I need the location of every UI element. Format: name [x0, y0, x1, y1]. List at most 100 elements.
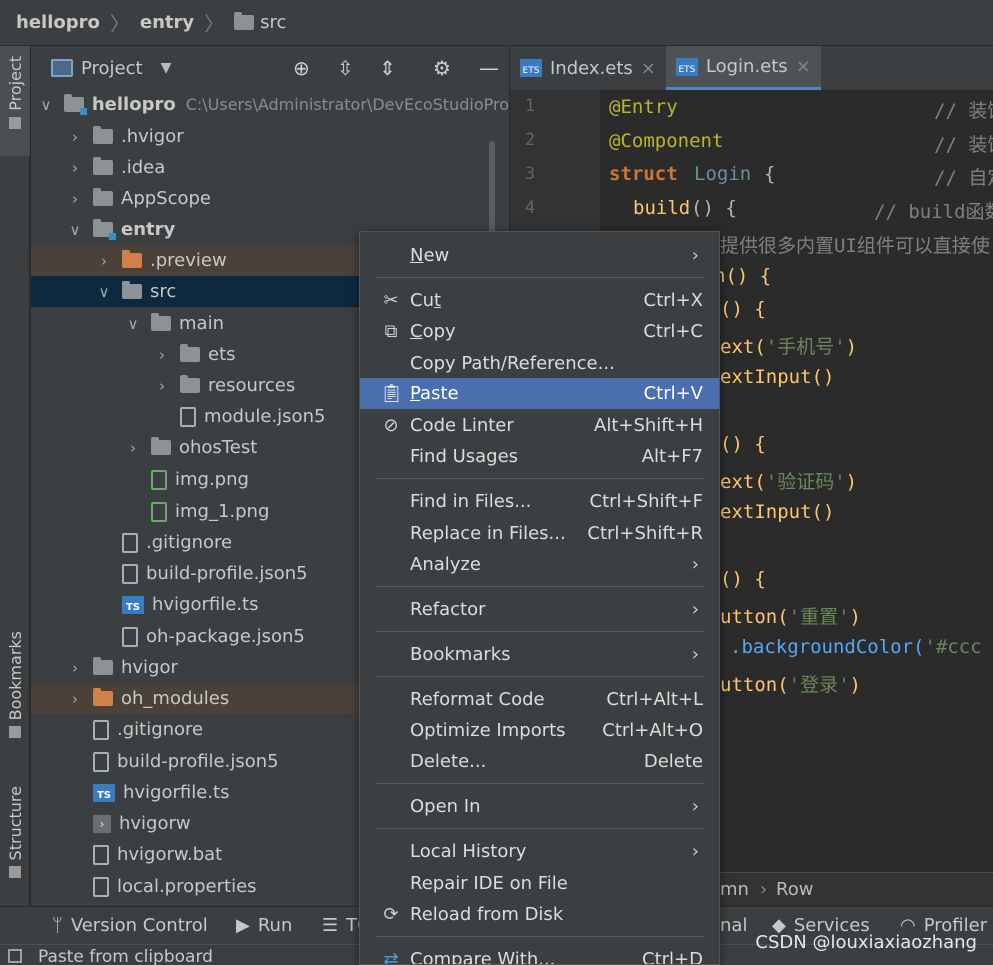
tree-label: src [150, 281, 177, 302]
ignore-file-icon [93, 719, 109, 740]
hide-icon[interactable]: — [479, 56, 499, 80]
left-tool-strip: Project Bookmarks Structure [0, 46, 30, 906]
run-button[interactable]: ▶ Run [236, 915, 292, 936]
chevron-down-icon[interactable]: ∨ [123, 315, 143, 333]
code-text: () { [720, 298, 766, 320]
chevron-right-icon[interactable]: › [65, 690, 85, 708]
breadcrumb-folder[interactable]: src [260, 12, 286, 33]
code-struct-name[interactable]: Login [694, 163, 751, 185]
toggle-panel-icon[interactable] [8, 949, 22, 963]
tree-label: .gitignore [117, 719, 204, 740]
menu-separator [375, 783, 705, 784]
tab-index-ets[interactable]: ETS Index.ets × [510, 46, 666, 90]
chevron-down-icon[interactable]: ∨ [36, 96, 56, 114]
code-textinput-call: extInput() [720, 366, 835, 388]
menu-label: Cut [410, 290, 442, 311]
editor-crumb[interactable]: Row [776, 879, 813, 900]
status-message: Paste from clipboard [38, 947, 213, 965]
project-icon [9, 116, 21, 129]
breadcrumb-module[interactable]: entry [140, 12, 194, 33]
code-text-call: ext('手机号') [720, 336, 858, 358]
code-method-call: .backgroundColor('#ccc [730, 636, 982, 658]
menu-item-new[interactable]: New › [360, 240, 719, 271]
menu-item-analyze[interactable]: Analyze › [360, 549, 719, 580]
menu-item-open-in[interactable]: Open In › [360, 791, 719, 822]
locate-icon[interactable]: ⊕ [293, 56, 310, 80]
typescript-file-icon: TS [93, 783, 115, 802]
shortcut: Alt+Shift+H [594, 415, 703, 436]
code-function-build[interactable]: build [633, 197, 690, 219]
chevron-right-icon[interactable]: › [65, 190, 85, 208]
menu-item-compare-with[interactable]: ⇄ Compare With... Ctrl+D [360, 944, 719, 964]
menu-item-bookmarks[interactable]: Bookmarks › [360, 639, 719, 670]
code-comment: // build函数 [874, 201, 993, 223]
clipboard-icon: 📋︎ [380, 383, 403, 404]
menu-item-replace-in-files[interactable]: Replace in Files... Ctrl+Shift+R [360, 518, 719, 549]
breadcrumb-project[interactable]: hellopro [16, 12, 100, 33]
chevron-right-icon[interactable]: › [65, 128, 85, 146]
chevron-right-icon[interactable]: › [123, 439, 143, 457]
context-menu: New › ✂ Cut Ctrl+X ⧉ Copy Ctrl+C Copy Pa… [359, 231, 720, 965]
menu-item-paste[interactable]: 📋︎ Paste Ctrl+V [360, 378, 719, 409]
close-icon[interactable]: × [796, 56, 811, 77]
code-keyword-struct[interactable]: struct [609, 163, 678, 185]
menu-item-optimize-imports[interactable]: Optimize Imports Ctrl+Alt+O [360, 715, 719, 746]
code-textinput-call: extInput() [720, 501, 835, 523]
close-icon[interactable]: × [641, 58, 656, 79]
menu-separator [375, 586, 705, 587]
gear-icon[interactable]: ⚙ [433, 56, 451, 80]
menu-item-local-history[interactable]: Local History › [360, 836, 719, 867]
tree-item-hellopro[interactable]: ∨ hellopro C:\Users\Administrator\DevEco… [31, 89, 509, 120]
tree-label: img_1.png [175, 501, 270, 522]
json-file-icon [93, 751, 109, 772]
folder-icon [93, 157, 113, 175]
navigation-breadcrumb: hellopro 〉 entry 〉 src [0, 0, 993, 46]
expand-all-icon[interactable]: ⇳ [337, 56, 354, 80]
tab-login-ets[interactable]: ETS Login.ets × [665, 46, 821, 90]
ets-file-icon: ETS [520, 59, 542, 77]
version-control-button[interactable]: ᛘ Version Control [52, 915, 208, 936]
menu-label: Local History [410, 841, 527, 862]
dropdown-arrow-icon[interactable]: ▼ [161, 60, 172, 76]
editor-tabs: ETS Index.ets × ETS Login.ets × [510, 46, 993, 90]
menu-item-copy-path[interactable]: Copy Path/Reference... [360, 348, 719, 379]
menu-item-copy[interactable]: ⧉ Copy Ctrl+C [360, 316, 719, 347]
image-file-icon [151, 469, 167, 490]
menu-item-code-linter[interactable]: ⊘ Code Linter Alt+Shift+H [360, 410, 719, 441]
tree-item-hvigor-dot[interactable]: › .hvigor [31, 121, 509, 152]
tree-item-appscope[interactable]: › AppScope [31, 183, 509, 214]
chevron-right-icon[interactable]: › [65, 659, 85, 677]
chevron-right-icon[interactable]: › [152, 346, 172, 364]
terminal-button[interactable]: nal [720, 915, 747, 936]
chevron-right-icon[interactable]: › [65, 159, 85, 177]
chevron-down-icon[interactable]: ∨ [65, 221, 85, 239]
submenu-arrow-icon: › [691, 599, 699, 620]
menu-item-reload-from-disk[interactable]: ⟳ Reload from Disk [360, 899, 719, 930]
menu-item-reformat-code[interactable]: Reformat Code Ctrl+Alt+L [360, 684, 719, 715]
collapse-all-icon[interactable]: ⇕ [379, 56, 396, 80]
tool-window-project[interactable]: Project [0, 46, 30, 156]
menu-item-find-in-files[interactable]: Find in Files... Ctrl+Shift+F [360, 486, 719, 517]
chevron-right-icon: 〉 [204, 12, 225, 36]
editor-crumb[interactable]: mn [720, 879, 749, 900]
menu-item-repair-ide[interactable]: Repair IDE on File [360, 868, 719, 899]
menu-item-find-usages[interactable]: Find Usages Alt+F7 [360, 441, 719, 472]
menu-item-delete[interactable]: Delete... Delete [360, 746, 719, 777]
chevron-down-icon[interactable]: ∨ [94, 283, 114, 301]
menu-item-cut[interactable]: ✂ Cut Ctrl+X [360, 285, 719, 316]
project-view-title[interactable]: Project [81, 58, 143, 79]
chevron-right-icon[interactable]: › [94, 252, 114, 270]
menu-item-refactor[interactable]: Refactor › [360, 594, 719, 625]
tool-window-structure[interactable]: Structure [0, 786, 30, 879]
reload-icon: ⟳ [383, 904, 399, 925]
chevron-right-icon[interactable]: › [152, 377, 172, 395]
module-folder-icon [93, 219, 116, 240]
tree-label: .preview [150, 250, 227, 271]
code-annotation-component[interactable]: @Component [609, 130, 723, 152]
code-annotation-entry[interactable]: @Entry [609, 96, 678, 118]
tree-item-idea[interactable]: › .idea [31, 152, 509, 183]
menu-label: Code Linter [410, 415, 514, 436]
tool-window-bookmarks[interactable]: Bookmarks [0, 631, 30, 739]
tree-label: .hvigor [121, 126, 184, 147]
panel-icon [51, 59, 73, 77]
